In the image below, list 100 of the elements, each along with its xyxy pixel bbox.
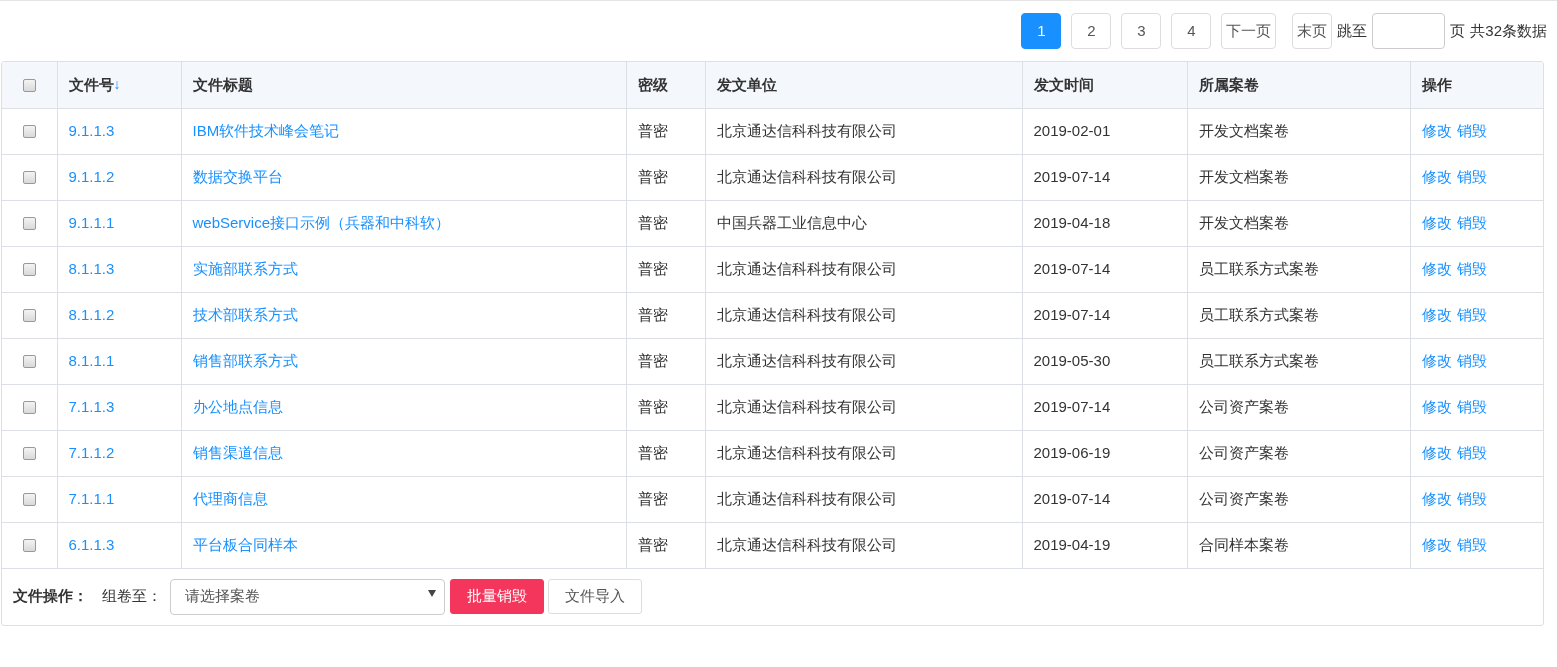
next-page-button[interactable]: 下一页 [1221, 13, 1277, 49]
issuing-unit: 北京通达信科科技有限公司 [705, 292, 1022, 338]
file-title-link[interactable]: 办公地点信息 [192, 397, 283, 415]
volume-name: 公司资产案卷 [1187, 430, 1410, 476]
action-link[interactable]: 修改 [1421, 489, 1452, 507]
file-title-link[interactable]: IBM软件技术峰会笔记 [192, 121, 340, 139]
issue-date: 2019-07-14 [1022, 246, 1187, 292]
file-number-link[interactable]: 9.1.1.2 [68, 167, 115, 185]
action-link[interactable]: 销毁 [1456, 305, 1487, 323]
page-input[interactable] [1372, 13, 1446, 49]
issuing-unit: 北京通达信科科技有限公司 [705, 338, 1022, 384]
issuing-unit: 北京通达信科科技有限公司 [705, 522, 1022, 568]
dropdown-caret-icon[interactable] [428, 589, 436, 597]
volume-name: 公司资产案卷 [1187, 476, 1410, 522]
column-header: 操作 [1410, 62, 1543, 108]
action-link[interactable]: 销毁 [1456, 443, 1487, 461]
checkbox[interactable] [22, 263, 36, 277]
page-suffix: 页 [1450, 20, 1466, 41]
page-button[interactable]: 2 [1071, 13, 1112, 49]
issue-date: 2019-07-14 [1022, 476, 1187, 522]
security-level: 普密 [626, 338, 705, 384]
file-title-link[interactable]: 销售部联系方式 [192, 351, 298, 369]
action-link[interactable]: 销毁 [1456, 213, 1487, 231]
action-link[interactable]: 修改 [1421, 259, 1452, 277]
checkbox[interactable] [22, 171, 36, 185]
action-link[interactable]: 销毁 [1456, 259, 1487, 277]
action-link[interactable]: 修改 [1421, 535, 1452, 553]
file-number-link[interactable]: 6.1.1.3 [68, 535, 115, 553]
checkbox[interactable] [22, 79, 36, 93]
issuing-unit: 北京通达信科科技有限公司 [705, 154, 1022, 200]
issuing-unit: 北京通达信科科技有限公司 [705, 108, 1022, 154]
action-link[interactable]: 修改 [1421, 351, 1452, 369]
issue-date: 2019-06-19 [1022, 430, 1187, 476]
file-title-link[interactable]: 平台板合同样本 [192, 535, 298, 553]
file-title-link[interactable]: 数据交换平台 [192, 167, 283, 185]
file-title-link[interactable]: webService接口示例（兵器和中科软） [192, 213, 451, 231]
action-link[interactable]: 修改 [1421, 121, 1452, 139]
file-number-link[interactable]: 7.1.1.2 [68, 443, 115, 461]
volume-name: 合同样本案卷 [1187, 522, 1410, 568]
security-level: 普密 [626, 384, 705, 430]
column-header: 文件标题 [181, 62, 626, 108]
column-header: 所属案卷 [1187, 62, 1410, 108]
file-title-link[interactable]: 技术部联系方式 [192, 305, 298, 323]
action-link[interactable]: 修改 [1421, 167, 1452, 185]
checkbox[interactable] [22, 125, 36, 139]
security-level: 普密 [626, 108, 705, 154]
checkbox[interactable] [22, 493, 36, 507]
volume-name: 公司资产案卷 [1187, 384, 1410, 430]
volume-name: 开发文档案卷 [1187, 200, 1410, 246]
checkbox[interactable] [22, 217, 36, 231]
action-link[interactable]: 修改 [1421, 397, 1452, 415]
action-link[interactable]: 修改 [1421, 213, 1452, 231]
issue-date: 2019-07-14 [1022, 154, 1187, 200]
checkbox[interactable] [22, 355, 36, 369]
checkbox[interactable] [22, 401, 36, 415]
footer-button[interactable]: 批量销毁 [450, 579, 544, 614]
checkbox[interactable] [22, 447, 36, 461]
page-button[interactable]: 3 [1121, 13, 1162, 49]
action-link[interactable]: 销毁 [1456, 489, 1487, 507]
security-level: 普密 [626, 430, 705, 476]
file-number-link[interactable]: 9.1.1.1 [68, 213, 115, 231]
volume-select[interactable]: 请选择案卷 [170, 578, 445, 615]
action-link[interactable]: 销毁 [1456, 351, 1487, 369]
page-button[interactable]: 4 [1171, 13, 1212, 49]
column-header: 密级 [626, 62, 705, 108]
action-link[interactable]: 销毁 [1456, 121, 1487, 139]
total-count: 共32条数据 [1470, 20, 1547, 41]
file-number-link[interactable]: 8.1.1.1 [68, 351, 115, 369]
security-level: 普密 [626, 476, 705, 522]
column-header: 发文时间 [1022, 62, 1187, 108]
file-title-link[interactable]: 实施部联系方式 [192, 259, 298, 277]
jump-label: 跳至 [1337, 20, 1368, 41]
file-title-link[interactable]: 代理商信息 [192, 489, 268, 507]
file-number-link[interactable]: 9.1.1.3 [68, 121, 115, 139]
page-button[interactable]: 1 [1021, 13, 1062, 49]
issuing-unit: 中国兵器工业信息中心 [705, 200, 1022, 246]
security-level: 普密 [626, 246, 705, 292]
file-title-link[interactable]: 销售渠道信息 [192, 443, 283, 461]
sort-arrow[interactable]: ↓ [113, 74, 121, 96]
issuing-unit: 北京通达信科科技有限公司 [705, 476, 1022, 522]
file-number-link[interactable]: 8.1.1.2 [68, 305, 115, 323]
checkbox[interactable] [22, 309, 36, 323]
checkbox[interactable] [22, 539, 36, 553]
action-link[interactable]: 修改 [1421, 305, 1452, 323]
action-link[interactable]: 修改 [1421, 443, 1452, 461]
footer-label: 文件操作： [13, 586, 88, 607]
footer-button[interactable]: 文件导入 [548, 579, 642, 614]
action-link[interactable]: 销毁 [1456, 535, 1487, 553]
file-number-link[interactable]: 8.1.1.3 [68, 259, 115, 277]
file-number-link[interactable]: 7.1.1.1 [68, 489, 115, 507]
last-page-button[interactable]: 末页 [1292, 13, 1333, 49]
security-level: 普密 [626, 292, 705, 338]
action-link[interactable]: 销毁 [1456, 397, 1487, 415]
volume-name: 员工联系方式案卷 [1187, 292, 1410, 338]
group-label: 组卷至： [102, 586, 162, 607]
security-level: 普密 [626, 154, 705, 200]
action-link[interactable]: 销毁 [1456, 167, 1487, 185]
volume-name: 员工联系方式案卷 [1187, 246, 1410, 292]
file-number-link[interactable]: 7.1.1.3 [68, 397, 115, 415]
column-header[interactable]: 文件号 [68, 73, 114, 96]
